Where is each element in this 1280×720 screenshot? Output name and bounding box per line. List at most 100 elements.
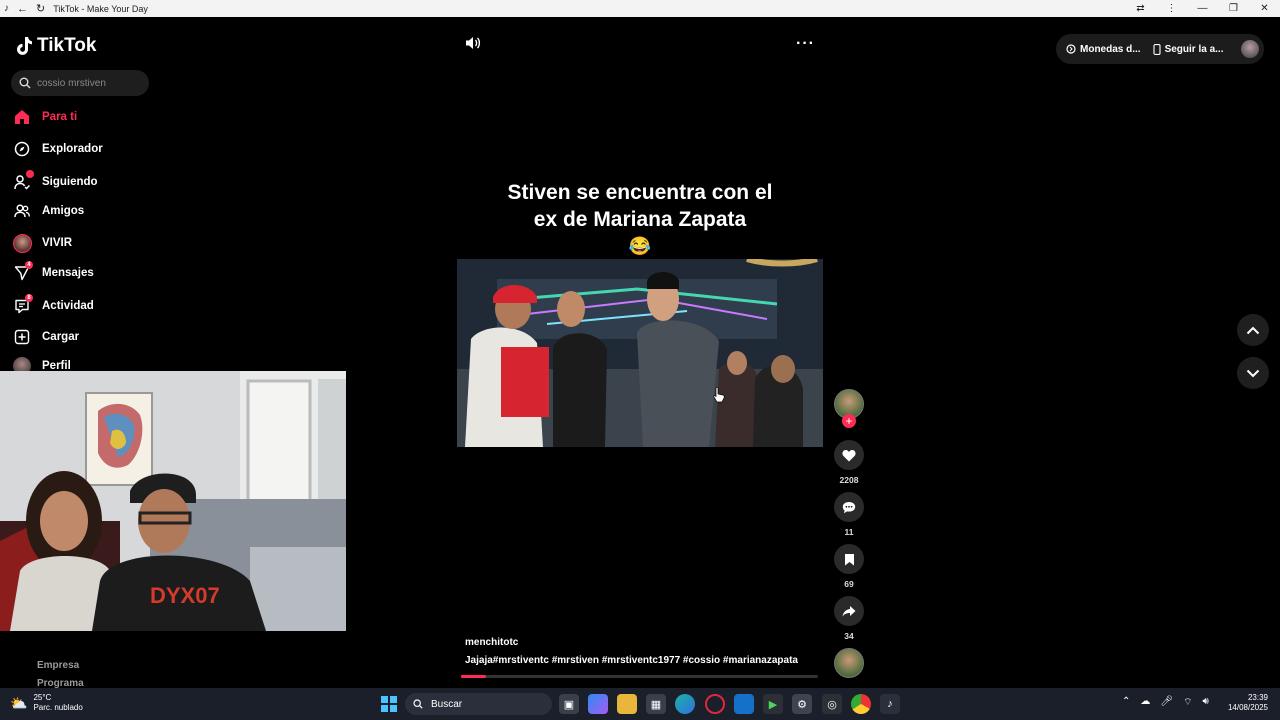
user-avatar[interactable]: [1241, 40, 1260, 58]
sidebar-item-mensajes[interactable]: 4 Mensajes: [12, 261, 94, 283]
store-icon[interactable]: ▦: [646, 694, 666, 714]
friends-icon: [12, 201, 32, 221]
compass-icon: [12, 139, 32, 159]
clock-date: 14/08/2025: [1227, 703, 1268, 712]
system-tray: ⌃ ☁ 🎤︎ ⌔ 🔊︎: [1122, 696, 1209, 709]
minimize-button[interactable]: —: [1187, 3, 1218, 14]
like-count: 2208: [839, 475, 859, 485]
microphone-icon[interactable]: 🎤︎: [1160, 696, 1173, 709]
weather-temp: 25°C: [33, 693, 52, 702]
sidebar-item-para-ti[interactable]: Para ti: [12, 107, 77, 127]
speaker-icon[interactable]: 🔊︎: [1203, 696, 1209, 709]
maximize-button[interactable]: ❐: [1218, 3, 1249, 14]
taskbar-search[interactable]: Buscar: [405, 693, 552, 715]
brand-name: TikTok: [37, 35, 97, 56]
copilot-icon[interactable]: [588, 694, 608, 714]
weather-widget[interactable]: ⛅ 25°C Parc. nublado: [10, 693, 83, 713]
play-app-icon[interactable]: ▶: [763, 694, 783, 714]
more-vertical-icon[interactable]: ⋮: [1156, 3, 1187, 14]
clock-time: 23:39: [1247, 693, 1268, 702]
windows-taskbar: ⛅ 25°C Parc. nublado Buscar ▣ ▦ ▶ ⚙ ◎ ♪ …: [0, 688, 1280, 720]
sidebar-item-explorador[interactable]: Explorador: [12, 139, 103, 159]
coins-label: Monedas d...: [1080, 43, 1141, 55]
chevron-up-icon[interactable]: ⌃: [1122, 696, 1130, 709]
like-button[interactable]: [834, 440, 864, 470]
tiktok-logo[interactable]: TikTok: [15, 35, 96, 57]
weather-desc: Parc. nublado: [33, 703, 83, 712]
live-avatar-icon: [12, 233, 32, 253]
taskbar-search-label: Buscar: [431, 698, 463, 710]
close-button[interactable]: ✕: [1249, 3, 1280, 14]
back-icon[interactable]: ←: [17, 3, 28, 15]
search-icon: [19, 77, 31, 89]
start-button[interactable]: [381, 696, 397, 712]
top-actions-pill: Monedas d... Seguir la a...: [1056, 34, 1264, 64]
save-button[interactable]: [834, 544, 864, 574]
taskbar-clock[interactable]: 23:39 14/08/2025: [1228, 693, 1268, 713]
tiktok-taskbar-icon[interactable]: ♪: [880, 694, 900, 714]
heart-icon: [842, 449, 856, 461]
next-video-button[interactable]: [1237, 357, 1269, 389]
window-titlebar: ♪ ← ↻ TikTok - Make Your Day ⇄ ⋮ — ❐ ✕: [0, 0, 1280, 17]
activity-badge: 8: [25, 294, 33, 302]
sidebar-item-label: VIVIR: [42, 237, 73, 249]
comment-button[interactable]: [834, 492, 864, 522]
search-icon: [413, 699, 423, 709]
save-count: 69: [844, 579, 854, 589]
game-app-icon[interactable]: ◎: [822, 694, 842, 714]
search-input[interactable]: cossio mrstiven: [11, 70, 149, 96]
opera-icon[interactable]: [705, 694, 725, 714]
share-count: 34: [844, 631, 854, 641]
previous-video-button[interactable]: [1237, 314, 1269, 346]
follow-app-label: Seguir la a...: [1164, 43, 1224, 55]
translate-icon[interactable]: ⇄: [1125, 3, 1156, 14]
sidebar-item-label: Siguiendo: [42, 176, 98, 188]
more-options-icon[interactable]: ···: [796, 35, 815, 53]
sidebar-item-cargar[interactable]: Cargar: [12, 327, 79, 347]
home-icon: [12, 107, 32, 127]
reload-icon[interactable]: ↻: [36, 2, 45, 15]
coin-icon: [1066, 44, 1076, 54]
video-caption: Jajaja#mrstiventc #mrstiven #mrstiventc1…: [465, 655, 798, 666]
video-progress-bar[interactable]: [461, 675, 818, 678]
sidebar-item-actividad[interactable]: 8 Actividad: [12, 294, 94, 316]
sidebar-item-siguiendo[interactable]: Siguiendo: [12, 170, 98, 192]
outlook-icon[interactable]: [734, 694, 754, 714]
messages-badge: 4: [25, 261, 33, 269]
notification-dot: [26, 170, 34, 178]
follow-plus-button[interactable]: +: [842, 414, 856, 428]
webcam-scene: DYX07: [0, 371, 346, 631]
cloud-icon[interactable]: ☁: [1140, 696, 1150, 709]
task-view-icon[interactable]: ▣: [559, 694, 579, 714]
footer-link-empresa[interactable]: Empresa: [37, 660, 84, 678]
video-title-line: Stiven se encuentra con el: [507, 181, 773, 204]
share-button[interactable]: [834, 596, 864, 626]
sidebar-item-label: Actividad: [42, 300, 94, 312]
video-author[interactable]: menchitotc: [465, 637, 518, 648]
edge-icon[interactable]: [675, 694, 695, 714]
messages-icon: 4: [12, 261, 33, 283]
chevron-up-icon: [1246, 326, 1260, 334]
tiktok-app: TikTok cossio mrstiven Para ti Explorado…: [0, 17, 1280, 689]
wifi-icon[interactable]: ⌔: [1183, 696, 1192, 709]
video-player[interactable]: [457, 259, 823, 447]
share-icon: [842, 606, 856, 617]
laughing-emoji-icon: 😂: [628, 236, 652, 256]
follow-app-button[interactable]: Seguir la a...: [1153, 43, 1224, 55]
sidebar-item-vivir[interactable]: VIVIR: [12, 233, 72, 253]
sound-avatar[interactable]: [834, 648, 864, 678]
chrome-icon[interactable]: [851, 694, 871, 714]
upload-icon: [12, 327, 32, 347]
coins-button[interactable]: Monedas d...: [1066, 44, 1141, 55]
window-title: TikTok - Make Your Day: [53, 3, 148, 14]
sidebar-item-label: Cargar: [42, 331, 80, 343]
tiktok-note-icon: [17, 37, 32, 55]
sidebar-item-label: Amigos: [42, 205, 85, 217]
settings-icon[interactable]: ⚙: [792, 694, 812, 714]
video-scene: [457, 259, 823, 447]
volume-icon[interactable]: [465, 36, 481, 55]
video-title-line: ex de Mariana Zapata: [533, 208, 747, 231]
sidebar-item-amigos[interactable]: Amigos: [12, 201, 84, 221]
webcam-overlay: DYX07: [0, 371, 346, 631]
file-explorer-icon[interactable]: [617, 694, 637, 714]
